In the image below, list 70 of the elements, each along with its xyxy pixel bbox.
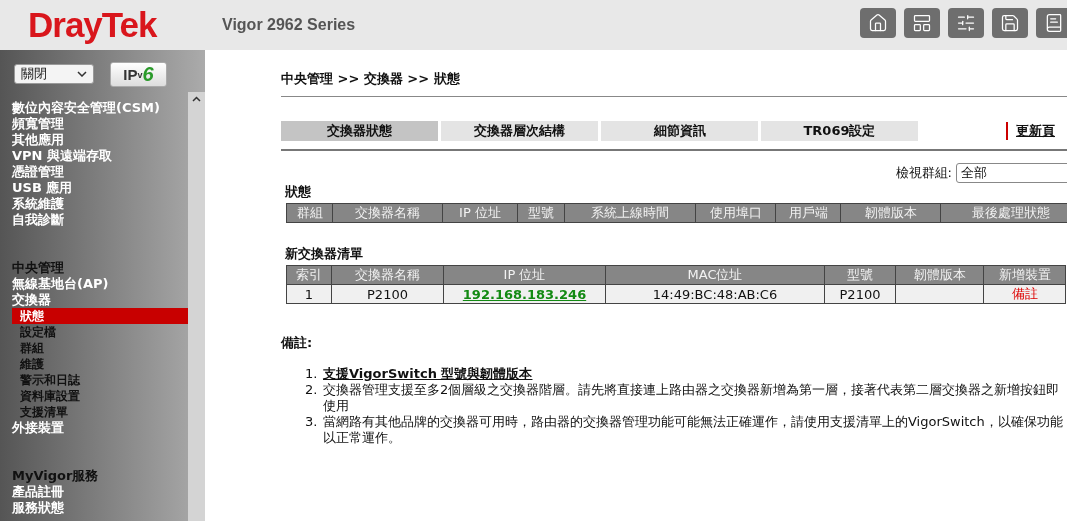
menu-item[interactable]: 數位內容安全管理(CSM): [12, 100, 188, 116]
menu-heading: 中央管理: [12, 260, 65, 276]
list-number: 2.: [305, 382, 317, 399]
column-header: 最後處理狀態: [940, 203, 1067, 223]
submenu-item[interactable]: 維護: [12, 356, 188, 372]
layout-icon: [912, 13, 932, 33]
model-name: Vigor 2962 Series: [222, 16, 357, 34]
submenu-item[interactable]: 設定檔: [12, 324, 188, 340]
menu-item[interactable]: 產品註冊: [12, 484, 188, 500]
column-header: 用戶端: [775, 203, 841, 223]
column-header: 索引: [286, 265, 332, 285]
logo: DrayTek: [28, 5, 159, 45]
tab[interactable]: 交換器狀態: [281, 121, 438, 141]
menu-item[interactable]: 憑證管理: [12, 164, 188, 180]
breadcrumb: 中央管理 >> 交換器 >> 狀態: [281, 70, 1067, 97]
menu-item[interactable]: 無線基地台(AP): [12, 276, 188, 292]
column-header: 交換器名稱: [332, 203, 443, 223]
menu-item[interactable]: 交換器: [12, 292, 188, 308]
column-header: 韌體版本: [840, 203, 941, 223]
column-header: 系統上線時間: [564, 203, 696, 223]
section-title: 狀態: [285, 183, 312, 201]
home-button[interactable]: [860, 8, 896, 38]
submenu-item[interactable]: 資料庫設置: [12, 388, 188, 404]
save-button[interactable]: [992, 8, 1028, 38]
sliders-button[interactable]: [948, 8, 984, 38]
list-number: 3.: [305, 414, 317, 431]
column-header: 韌體版本: [895, 265, 984, 285]
tab[interactable]: TR069設定: [761, 121, 918, 141]
submenu-item[interactable]: 支援清單: [12, 404, 188, 420]
tab[interactable]: 細節資訊: [601, 121, 758, 141]
menu-item[interactable]: USB 應用: [12, 180, 188, 196]
language-select[interactable]: 關閉: [14, 64, 94, 84]
sliders-icon: [956, 13, 976, 33]
note-text: 交換器管理支援至多2個層級之交換器階層。請先將直接連上路由器之交換器新增為第一層，接著代表第二層交換器之新增按鈕即 使用: [323, 382, 1060, 414]
submenu-item[interactable]: 群組: [12, 340, 188, 356]
support-link[interactable]: 支援VigorSwitch 型號與韌體版本: [323, 366, 533, 382]
submenu-item[interactable]: 警示和日誌: [12, 372, 188, 388]
caret-icon: [77, 71, 87, 77]
menu-item[interactable]: 其他應用: [12, 132, 188, 148]
tab[interactable]: 交換器層次結構: [441, 121, 598, 141]
menu-item[interactable]: 系統維護: [12, 196, 188, 212]
menu-item[interactable]: 頻寬管理: [12, 116, 188, 132]
home-icon: [868, 13, 888, 33]
column-header: 新增裝置: [983, 265, 1066, 285]
menu-item[interactable]: 自我診斷: [12, 212, 188, 228]
refresh-link[interactable]: 更新頁: [1006, 122, 1055, 140]
book-button[interactable]: [1036, 8, 1067, 38]
menu-item[interactable]: 服務狀態: [12, 500, 188, 516]
column-header: 型號: [824, 265, 896, 285]
column-header: 型號: [517, 203, 565, 223]
scroll-up-icon[interactable]: [192, 96, 201, 102]
menu-heading: MyVigor服務: [12, 468, 100, 484]
column-header: 使用埠口: [695, 203, 776, 223]
column-header: 交換器名稱: [331, 265, 444, 285]
list-number: 1.: [305, 366, 317, 382]
book-icon: [1044, 13, 1064, 33]
view-group-select[interactable]: 全部: [956, 163, 1067, 183]
menu-item[interactable]: VPN 與遠端存取: [12, 148, 188, 164]
column-header: MAC位址: [605, 265, 825, 285]
layout-button[interactable]: [904, 8, 940, 38]
notes-title: 備註:: [281, 334, 314, 352]
save-icon: [1000, 13, 1020, 33]
menu-item[interactable]: 外接裝置: [12, 420, 188, 436]
column-header: IP 位址: [442, 203, 518, 223]
view-group-label: 檢視群組:: [895, 164, 952, 182]
note-text: 當網路有其他品牌的交換器可用時，路由器的交換器管理功能可能無法正確運作，請使用支援清單上的VigorSwitch，以確保功能 以正常運作。: [323, 414, 1063, 446]
submenu-item[interactable]: 狀態: [12, 308, 188, 324]
column-header: IP 位址: [443, 265, 606, 285]
column-header: 群組: [286, 203, 333, 223]
section-title: 新交換器清單: [285, 245, 364, 263]
